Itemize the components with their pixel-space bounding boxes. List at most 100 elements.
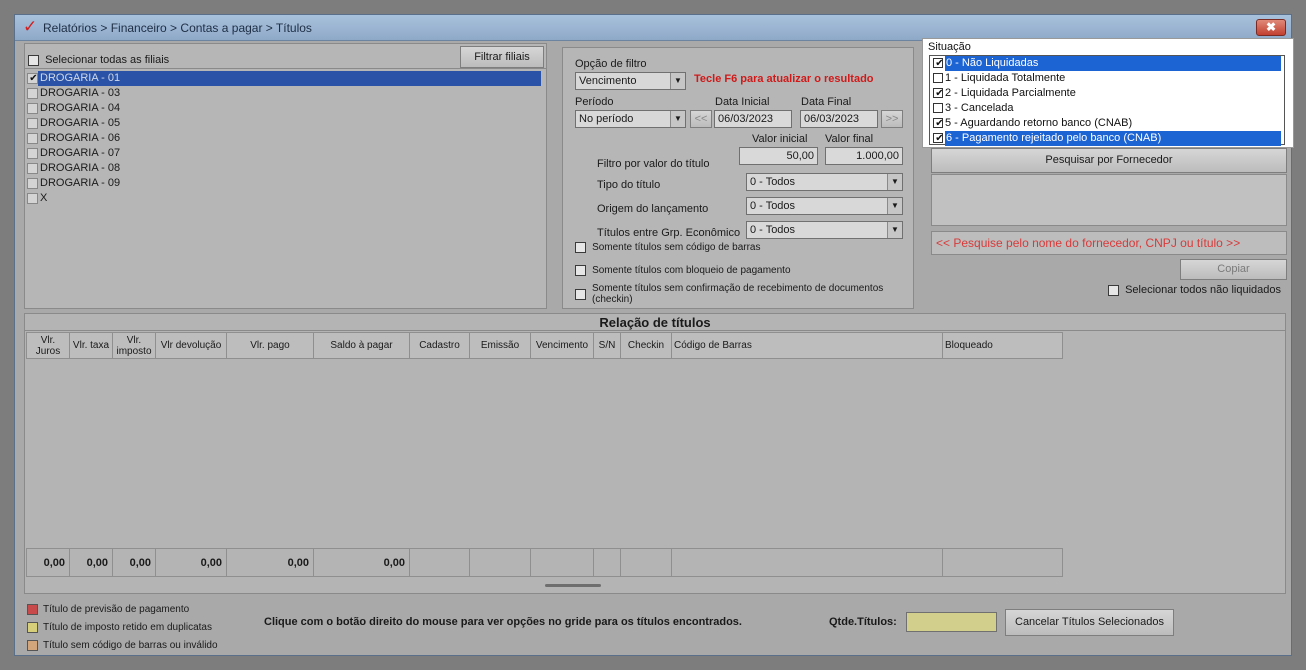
chevron-down-icon[interactable]: ▼: [887, 222, 902, 238]
window-title: Relatórios > Financeiro > Contas a pagar…: [43, 21, 312, 35]
select-all-unliquidated[interactable]: Selecionar todos não liquidados: [1108, 284, 1281, 296]
filial-item[interactable]: DROGARIA - 07: [27, 146, 545, 161]
select-all-filiais-checkbox[interactable]: [28, 54, 39, 66]
grid-title: Relação de títulos: [25, 314, 1285, 331]
filial-item[interactable]: DROGARIA - 03: [27, 86, 545, 101]
situacao-item[interactable]: 1 - Liquidada Totalmente: [930, 71, 1284, 86]
filial-checkbox[interactable]: [27, 147, 38, 159]
legend: Título de previsão de pagamento Título de…: [27, 601, 257, 655]
max-value-field[interactable]: 1.000,00: [825, 147, 903, 165]
period-label: Período: [575, 96, 614, 108]
grid-column-header[interactable]: Checkin: [620, 332, 672, 359]
title-type-select[interactable]: 0 - Todos ▼: [746, 173, 903, 191]
qtde-field[interactable]: [906, 612, 997, 632]
copy-button[interactable]: Copiar: [1180, 259, 1287, 280]
filial-checkbox[interactable]: [27, 177, 38, 189]
grid-column-header[interactable]: Vlr. taxa: [69, 332, 113, 359]
min-value-field[interactable]: 50,00: [739, 147, 818, 165]
no-checkin-checkbox[interactable]: [575, 289, 586, 300]
situacao-checkbox[interactable]: [933, 88, 945, 99]
blocked-payment-checkbox[interactable]: [575, 264, 586, 276]
no-checkin-option[interactable]: Somente títulos sem confirmação de receb…: [575, 283, 911, 305]
situacao-checkbox[interactable]: [933, 118, 945, 129]
grid-column-header[interactable]: Vlr. pago: [226, 332, 314, 359]
filter-option-select[interactable]: Vencimento ▼: [575, 72, 686, 90]
grid-column-header[interactable]: Emissão: [469, 332, 531, 359]
economic-group-label: Títulos entre Grp. Econômico: [597, 227, 741, 239]
situacao-label-item: 1 - Liquidada Totalmente: [945, 72, 1066, 84]
start-date-field[interactable]: 06/03/2023: [714, 110, 792, 128]
grid-column-header[interactable]: Cadastro: [409, 332, 470, 359]
search-supplier-button[interactable]: Pesquisar por Fornecedor: [931, 148, 1287, 173]
filial-item[interactable]: DROGARIA - 08: [27, 161, 545, 176]
filial-checkbox[interactable]: [27, 72, 39, 84]
grid-column-header[interactable]: Vencimento: [530, 332, 594, 359]
situacao-list[interactable]: 0 - Não Liquidadas1 - Liquidada Totalmen…: [929, 55, 1285, 146]
grid-column-header[interactable]: Vlr. imposto: [112, 332, 156, 359]
filial-item[interactable]: X: [27, 191, 545, 206]
end-date-field[interactable]: 06/03/2023: [800, 110, 878, 128]
next-period-button[interactable]: >>: [881, 110, 903, 128]
legend-color-swatch: [27, 621, 38, 633]
filiais-list: DROGARIA - 01DROGARIA - 03 DROGARIA - 04 D…: [25, 68, 546, 308]
filter-options-panel: Opção de filtro Vencimento ▼ Tecle F6 pa…: [562, 47, 914, 309]
blocked-payment-option[interactable]: Somente títulos com bloqueio de pagament…: [575, 264, 791, 276]
legend-color-swatch: [27, 639, 38, 651]
grid-column-header[interactable]: Vlr. Juros: [26, 332, 70, 359]
chevron-down-icon[interactable]: ▼: [670, 111, 685, 127]
close-button[interactable]: ✖: [1256, 19, 1286, 36]
select-all-filiais[interactable]: Selecionar todas as filiais: [28, 54, 169, 66]
no-barcode-checkbox[interactable]: [575, 241, 586, 253]
filial-item[interactable]: DROGARIA - 09: [27, 176, 545, 191]
situacao-checkbox[interactable]: [933, 103, 943, 114]
no-barcode-option[interactable]: Somente títulos sem código de barras: [575, 241, 761, 253]
grid-total-cell: 0,00: [69, 548, 113, 577]
chevron-down-icon[interactable]: ▼: [887, 198, 902, 214]
no-checkin-label: Somente títulos sem confirmação de receb…: [592, 283, 884, 305]
select-all-unliquidated-checkbox[interactable]: [1108, 284, 1119, 296]
previous-period-button[interactable]: <<: [690, 110, 712, 128]
grid-column-header[interactable]: S/N: [593, 332, 621, 359]
horizontal-scrollbar[interactable]: [545, 584, 601, 587]
situacao-label-item: 3 - Cancelada: [945, 102, 1014, 114]
grid-column-header[interactable]: Saldo à pagar: [313, 332, 410, 359]
cancel-selected-titles-button[interactable]: Cancelar Títulos Selecionados: [1005, 609, 1174, 636]
situacao-item[interactable]: 0 - Não Liquidadas: [930, 56, 1284, 71]
select-all-filiais-label: Selecionar todas as filiais: [45, 54, 170, 66]
situacao-item[interactable]: 6 - Pagamento rejeitado pelo banco (CNAB…: [930, 131, 1284, 146]
grid-body[interactable]: [26, 360, 1062, 548]
filial-item[interactable]: DROGARIA - 06: [27, 131, 545, 146]
filial-item[interactable]: DROGARIA - 01: [27, 71, 545, 86]
chevron-down-icon[interactable]: ▼: [670, 73, 685, 89]
filial-item[interactable]: DROGARIA - 04: [27, 101, 545, 116]
grid-column-header[interactable]: Vlr devolução: [155, 332, 227, 359]
situacao-item[interactable]: 2 - Liquidada Parcialmente: [930, 86, 1284, 101]
filial-checkbox[interactable]: [27, 162, 38, 174]
select-all-unliquidated-label: Selecionar todos não liquidados: [1125, 284, 1282, 296]
situacao-checkbox[interactable]: [933, 133, 945, 144]
filial-checkbox[interactable]: [27, 117, 38, 129]
filial-checkbox[interactable]: [27, 192, 38, 204]
filiais-panel: Selecionar todas as filiais Filtrar fili…: [24, 43, 547, 309]
filial-item[interactable]: DROGARIA - 05: [27, 116, 545, 131]
situacao-item[interactable]: 5 - Aguardando retorno banco (CNAB): [930, 116, 1284, 131]
title-type-value: 0 - Todos: [750, 176, 796, 188]
chevron-down-icon[interactable]: ▼: [887, 174, 902, 190]
origin-select[interactable]: 0 - Todos ▼: [746, 197, 903, 215]
filial-checkbox[interactable]: [27, 87, 38, 99]
economic-group-select[interactable]: 0 - Todos ▼: [746, 221, 903, 239]
supplier-results-box[interactable]: [931, 174, 1287, 226]
economic-group-value: 0 - Todos: [750, 224, 796, 236]
supplier-search-field[interactable]: << Pesquise pelo nome do fornecedor, CNP…: [931, 231, 1287, 255]
grid-column-header[interactable]: Código de Barras: [671, 332, 943, 359]
situacao-checkbox[interactable]: [933, 73, 943, 84]
filial-checkbox[interactable]: [27, 132, 38, 144]
grid-column-header[interactable]: Bloqueado: [942, 332, 1063, 359]
situacao-checkbox[interactable]: [933, 58, 945, 69]
filial-label: DROGARIA - 09: [40, 177, 121, 189]
filter-filiais-button[interactable]: Filtrar filiais: [460, 46, 544, 68]
situacao-item[interactable]: 3 - Cancelada: [930, 101, 1284, 116]
period-select[interactable]: No período ▼: [575, 110, 686, 128]
titles-grid[interactable]: Vlr. Juros Vlr. taxa Vlr. imposto Vlr devol…: [26, 332, 1063, 359]
filial-checkbox[interactable]: [27, 102, 38, 114]
